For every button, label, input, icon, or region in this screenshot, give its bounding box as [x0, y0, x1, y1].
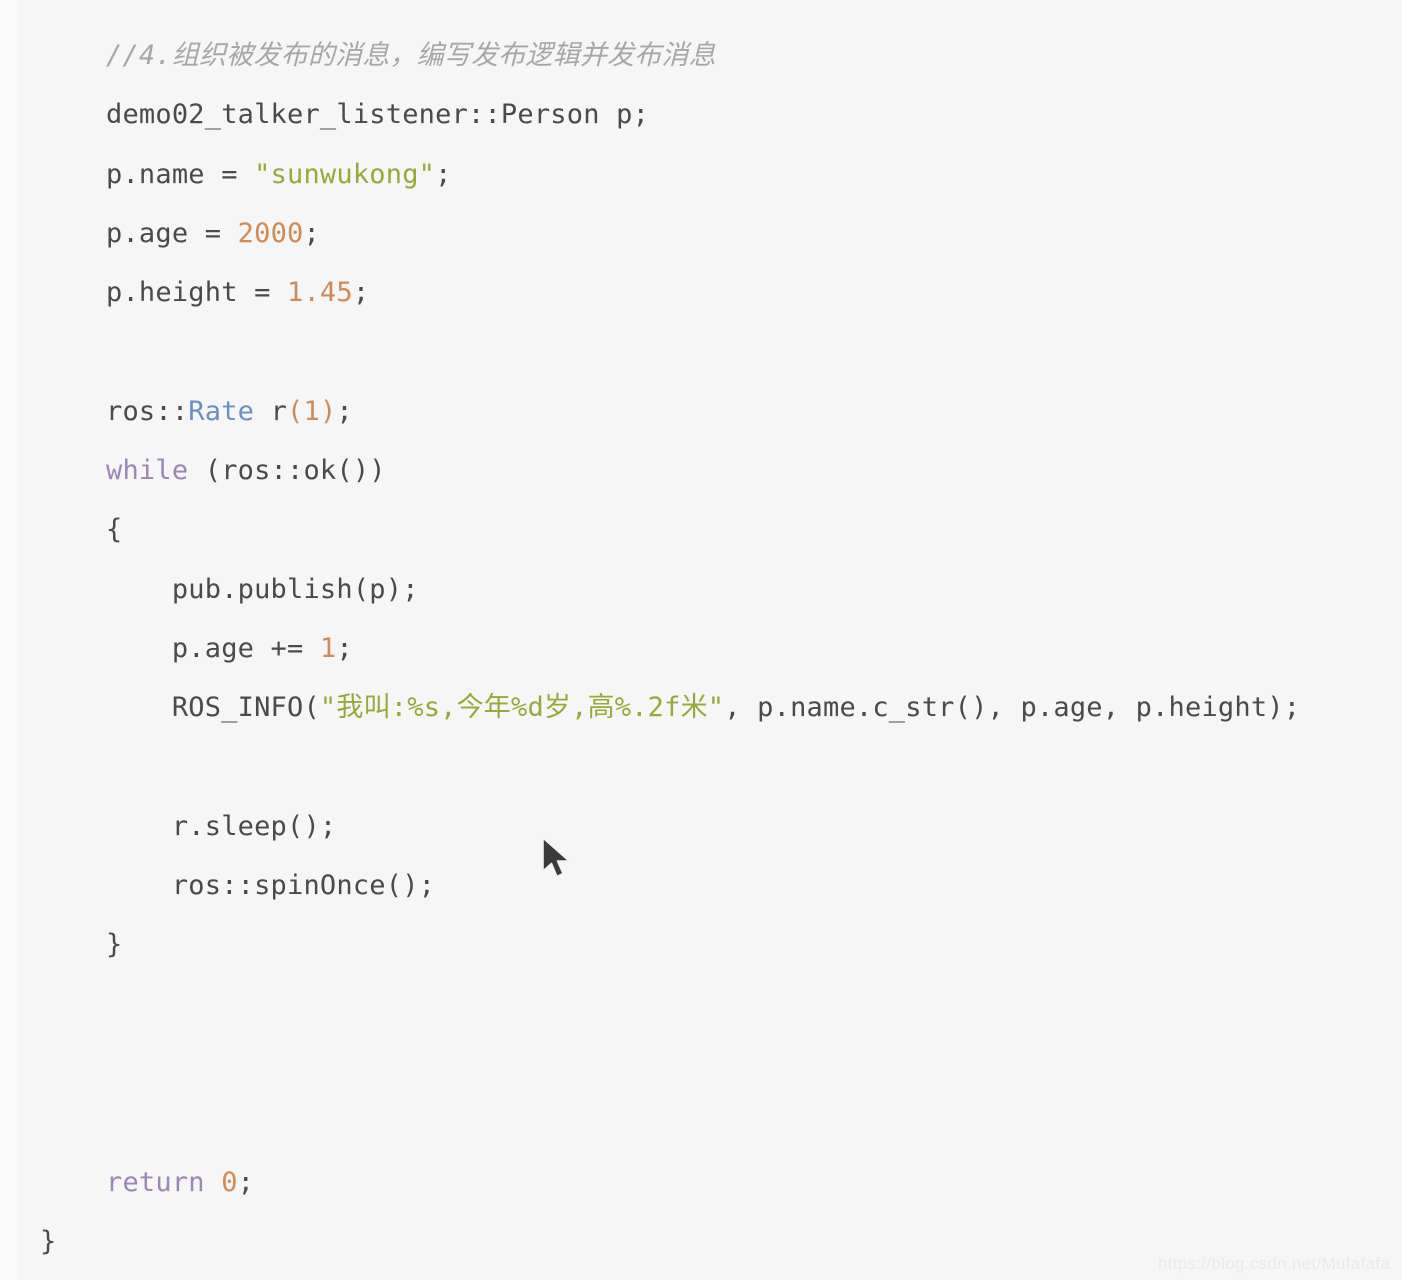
code-token-number: 1.45: [287, 277, 353, 309]
code-line: }: [0, 915, 1402, 974]
code-token-number: 1: [319, 632, 337, 664]
code-token-string: "sunwukong": [254, 158, 436, 190]
code-line: p.name = "sunwukong";: [0, 145, 1402, 204]
code-token-keyword: while: [106, 455, 189, 487]
code-token-plain: pub.publish(p);: [106, 573, 419, 605]
code-line: p.age = 2000;: [0, 204, 1402, 263]
code-line: ros::spinOnce();: [0, 856, 1402, 915]
code-line: ros::Rate r(1);: [0, 382, 1402, 441]
code-token-plain: ;: [352, 277, 370, 309]
code-line: demo02_talker_listener::Person p;: [0, 85, 1402, 144]
code-token-comment: //4.组织被发布的消息，编写发布逻辑并发布消息: [106, 40, 716, 71]
code-token-keyword: return: [106, 1166, 205, 1198]
code-line: return 0;: [0, 1153, 1402, 1212]
code-line: while (ros::ok()): [0, 441, 1402, 500]
code-token-plain: ;: [303, 217, 320, 249]
code-token-number: 0: [221, 1166, 238, 1198]
code-token-plain: r: [254, 395, 288, 427]
code-screenshot-canvas: //4.组织被发布的消息，编写发布逻辑并发布消息 demo02_talker_li…: [0, 0, 1402, 1280]
code-token-plain: ros::: [106, 395, 189, 427]
code-token-plain: p.name =: [106, 158, 255, 190]
code-token-plain: demo02_talker_listener::Person p;: [106, 99, 650, 131]
code-token-plain: }: [106, 929, 123, 961]
code-line: {: [0, 500, 1402, 559]
code-token-plain: ros::spinOnce();: [106, 870, 436, 902]
code-token-plain: ;: [336, 632, 353, 664]
code-line: pub.publish(p);: [0, 560, 1402, 619]
code-token-plain: (ros::ok()): [188, 455, 386, 487]
code-line: p.height = 1.45;: [0, 263, 1402, 322]
code-token-number: (1): [287, 395, 337, 427]
code-line: r.sleep();: [0, 797, 1402, 856]
code-token-plain: p.age +=: [106, 632, 320, 664]
code-token-number: 2000: [237, 217, 304, 249]
code-line: ROS_INFO("我叫:%s,今年%d岁,高%.2f米", p.name.c_…: [0, 678, 1402, 737]
watermark-text: https://blog.csdn.net/Mufafafa: [1157, 1254, 1390, 1273]
code-token-plain: }: [40, 1225, 57, 1257]
code-token-plain: r.sleep();: [106, 810, 337, 842]
code-block: //4.组织被发布的消息，编写发布逻辑并发布消息 demo02_talker_li…: [0, 0, 1402, 1271]
code-token-plain: ;: [435, 158, 452, 190]
code-line: p.age += 1;: [0, 619, 1402, 678]
code-token-plain: p.age =: [106, 217, 238, 249]
code-token-plain: {: [106, 514, 123, 546]
code-token-plain: , p.name.c_str(), p.age, p.height);: [724, 692, 1301, 724]
code-token-plain: ROS_INFO(: [106, 692, 320, 724]
code-token-plain: p.height =: [106, 277, 288, 309]
code-line: //4.组织被发布的消息，编写发布逻辑并发布消息: [0, 26, 1402, 85]
code-token-plain: ;: [237, 1166, 255, 1198]
code-token-plain: ;: [336, 395, 353, 427]
code-token-type: Rate: [188, 395, 255, 427]
code-token-string: "我叫:%s,今年%d岁,高%.2f米": [319, 692, 725, 724]
